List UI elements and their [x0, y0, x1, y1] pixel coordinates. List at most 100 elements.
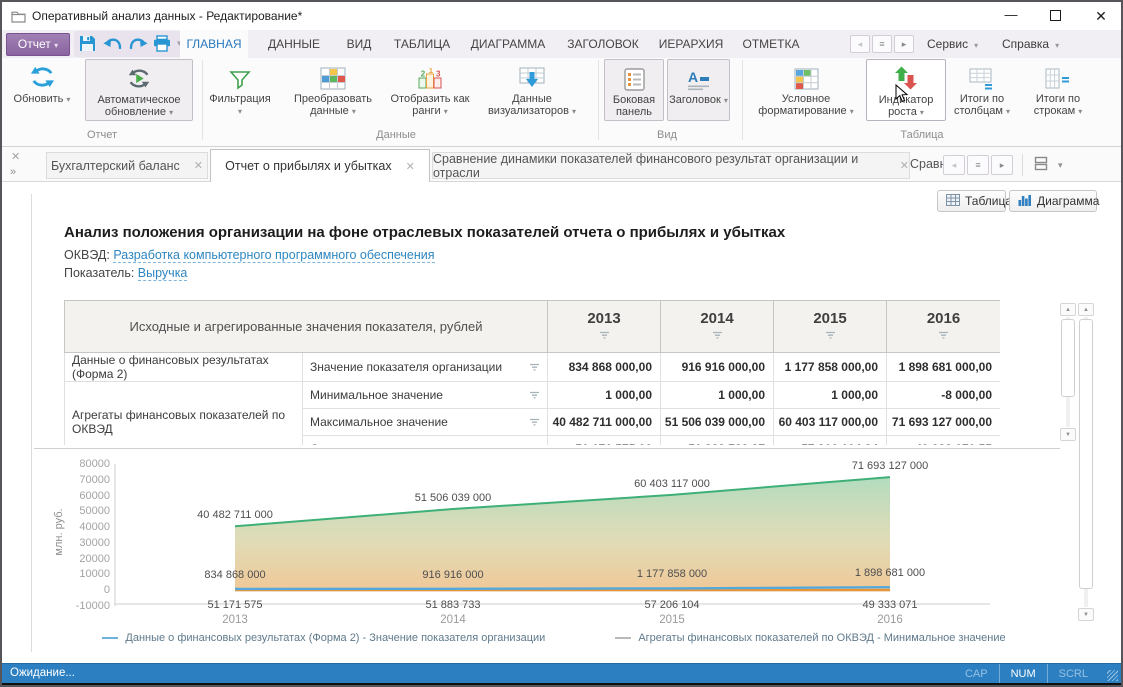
filter-icon[interactable] [529, 363, 540, 372]
value-cell[interactable]: 60 403 117 000,00 [774, 409, 887, 436]
chart-view-button[interactable]: Диаграмма [1009, 190, 1097, 212]
value-cell[interactable]: 1 000,00 [661, 382, 774, 409]
conditional-formatting-button[interactable]: Условное форматирование ▾ [750, 59, 862, 121]
table-scrollbar[interactable]: ▲ ▼ [1060, 303, 1076, 441]
resize-grip[interactable] [1107, 670, 1118, 681]
redo-icon[interactable] [129, 36, 148, 57]
value-cell[interactable]: 51 883 733,37 [661, 436, 774, 446]
value-cell[interactable]: 57 206 104,24 [774, 436, 887, 446]
row-group-label: Данные о финансовых результатах (Форма 2… [65, 353, 303, 382]
transform-data-button[interactable]: Преобразовать данные ▾ [285, 59, 381, 121]
close-icon[interactable]: ✕ [900, 159, 909, 172]
value-cell[interactable]: 71 693 127 000,00 [887, 409, 1001, 436]
close-icon[interactable]: ✕ [406, 160, 415, 173]
doc-nav-next-icon[interactable]: ▸ [991, 155, 1013, 175]
ribbon-nav-prev-icon[interactable]: ◂ [850, 35, 870, 53]
side-panel-divider [31, 194, 32, 652]
ribbon-tab-main[interactable]: ГЛАВНАЯ [180, 30, 248, 58]
minimize-button[interactable]: — [998, 5, 1024, 27]
save-icon[interactable] [79, 35, 96, 57]
ribbon-nav-next-icon[interactable]: ▸ [894, 35, 914, 53]
value-cell[interactable]: 1 898 681 000,00 [887, 353, 1001, 382]
ribbon-nav-menu-icon[interactable]: ≡ [872, 35, 892, 53]
value-cell[interactable]: 834 868 000,00 [548, 353, 661, 382]
report-app-menu-button[interactable]: Отчет ▾ [6, 33, 70, 56]
ribbon-tab-data[interactable]: ДАННЫЕ [260, 30, 328, 58]
doc-nav-prev-icon[interactable]: ◂ [943, 155, 965, 175]
indicator-link[interactable]: Выручка [138, 266, 188, 281]
doc-tab-balance[interactable]: Бухгалтерский баланс ✕ [46, 152, 208, 179]
table-view-icon [946, 194, 960, 209]
ribbon-tab-table[interactable]: ТАБЛИЦА [388, 30, 456, 58]
chevron-down-icon: ▾ [352, 107, 356, 116]
service-menu[interactable]: Сервис▾ [927, 30, 978, 58]
scrollbar-thumb[interactable] [1061, 319, 1075, 397]
header-letter-icon: A [686, 60, 712, 93]
ribbon-separator [202, 60, 203, 140]
layout-caret-icon[interactable]: ▾ [1058, 160, 1063, 171]
value-cell[interactable]: 51 171 575,00 [548, 436, 661, 446]
undo-icon[interactable] [103, 36, 122, 57]
legend-item[interactable]: Данные о финансовых результатах (Форма 2… [102, 632, 545, 644]
scroll-down-icon[interactable]: ▼ [1060, 428, 1076, 441]
max-value-label: 51 506 039 000 [415, 492, 491, 504]
help-menu[interactable]: Справка▾ [1002, 30, 1059, 58]
maximize-button[interactable] [1042, 5, 1068, 27]
show-as-ranks-button[interactable]: 213 Отобразить как ранги ▾ [386, 59, 474, 121]
layout-icon[interactable] [1034, 156, 1048, 176]
value-cell[interactable]: 1 000,00 [774, 382, 887, 409]
year-column-header[interactable]: 2016 [887, 301, 1001, 353]
year-column-header[interactable]: 2013 [548, 301, 661, 353]
value-cell[interactable]: 916 916 000,00 [661, 353, 774, 382]
column-totals-button[interactable]: Итоги по столбцам ▾ [950, 59, 1014, 121]
ribbon-tab-header[interactable]: ЗАГОЛОВОК [560, 30, 646, 58]
value-cell[interactable]: 1 177 858 000,00 [774, 353, 887, 382]
mouse-cursor [895, 84, 909, 109]
ribbon-tab-hierarchy[interactable]: ИЕРАРХИЯ [652, 30, 730, 58]
table-corner-header: Исходные и агрегированные значения показ… [65, 301, 548, 353]
filter-icon[interactable] [599, 331, 610, 340]
ribbon-tab-chart[interactable]: ДИАГРАММА [464, 30, 552, 58]
filter-icon[interactable] [825, 331, 836, 340]
row-metric-cell: Минимальное значение [303, 382, 548, 409]
refresh-button[interactable]: Обновить ▾ [10, 59, 74, 121]
table-row: Данные о финансовых результатах (Форма 2… [65, 353, 1001, 382]
visualizer-data-button[interactable]: Данные визуализаторов ▾ [480, 59, 584, 121]
page-scrollbar[interactable]: ▲ ▼ [1078, 303, 1094, 621]
value-cell[interactable]: 1 000,00 [548, 382, 661, 409]
ribbon-tab-mark[interactable]: ОТМЕТКА [734, 30, 808, 58]
doc-nav-menu-icon[interactable]: ≡ [967, 155, 989, 175]
value-cell[interactable]: -8 000,00 [887, 382, 1001, 409]
filter-icon[interactable] [529, 445, 540, 446]
close-icon[interactable]: ✕ [194, 159, 203, 172]
value-cell[interactable]: 49 333 070,55 [887, 436, 1001, 446]
table-view-button[interactable]: Таблица [937, 190, 1006, 212]
filter-button[interactable]: Фильтрация ▾ [208, 59, 272, 121]
value-cell[interactable]: 40 482 711 000,00 [548, 409, 661, 436]
close-panel-icon[interactable]: ✕ [11, 150, 20, 163]
year-column-header[interactable]: 2014 [661, 301, 774, 353]
doc-tab-comparison[interactable]: Сравнение динамики показателей финансово… [432, 152, 910, 179]
collapse-panel-icon[interactable]: » [10, 166, 16, 178]
header-toggle-button[interactable]: A Заголовок ▾ [667, 59, 730, 121]
close-button[interactable]: ✕ [1088, 5, 1114, 27]
filter-icon[interactable] [529, 418, 540, 427]
filter-icon[interactable] [712, 331, 723, 340]
auto-refresh-button[interactable]: Автоматическое обновление ▾ [85, 59, 193, 121]
okved-link[interactable]: Разработка компьютерного программного об… [113, 248, 434, 263]
scrollbar-thumb[interactable] [1079, 319, 1093, 589]
filter-icon[interactable] [938, 331, 949, 340]
row-totals-button[interactable]: Итоги по строкам ▾ [1024, 59, 1092, 121]
scroll-up-icon[interactable]: ▲ [1078, 303, 1094, 316]
year-column-header[interactable]: 2015 [774, 301, 887, 353]
print-icon[interactable] [153, 35, 171, 57]
doc-tab-partial[interactable]: Сравн [910, 157, 946, 171]
side-panel-button[interactable]: Боковая панель [604, 59, 664, 121]
doc-tab-profit-loss[interactable]: Отчет о прибылях и убытках ✕ [210, 149, 430, 182]
legend-item[interactable]: Агрегаты финансовых показателей по ОКВЭД… [615, 632, 1005, 644]
scroll-down-icon[interactable]: ▼ [1078, 608, 1094, 621]
scroll-up-icon[interactable]: ▲ [1060, 303, 1076, 316]
value-cell[interactable]: 51 506 039 000,00 [661, 409, 774, 436]
filter-icon[interactable] [529, 391, 540, 400]
ribbon-tab-view[interactable]: ВИД [336, 30, 382, 58]
